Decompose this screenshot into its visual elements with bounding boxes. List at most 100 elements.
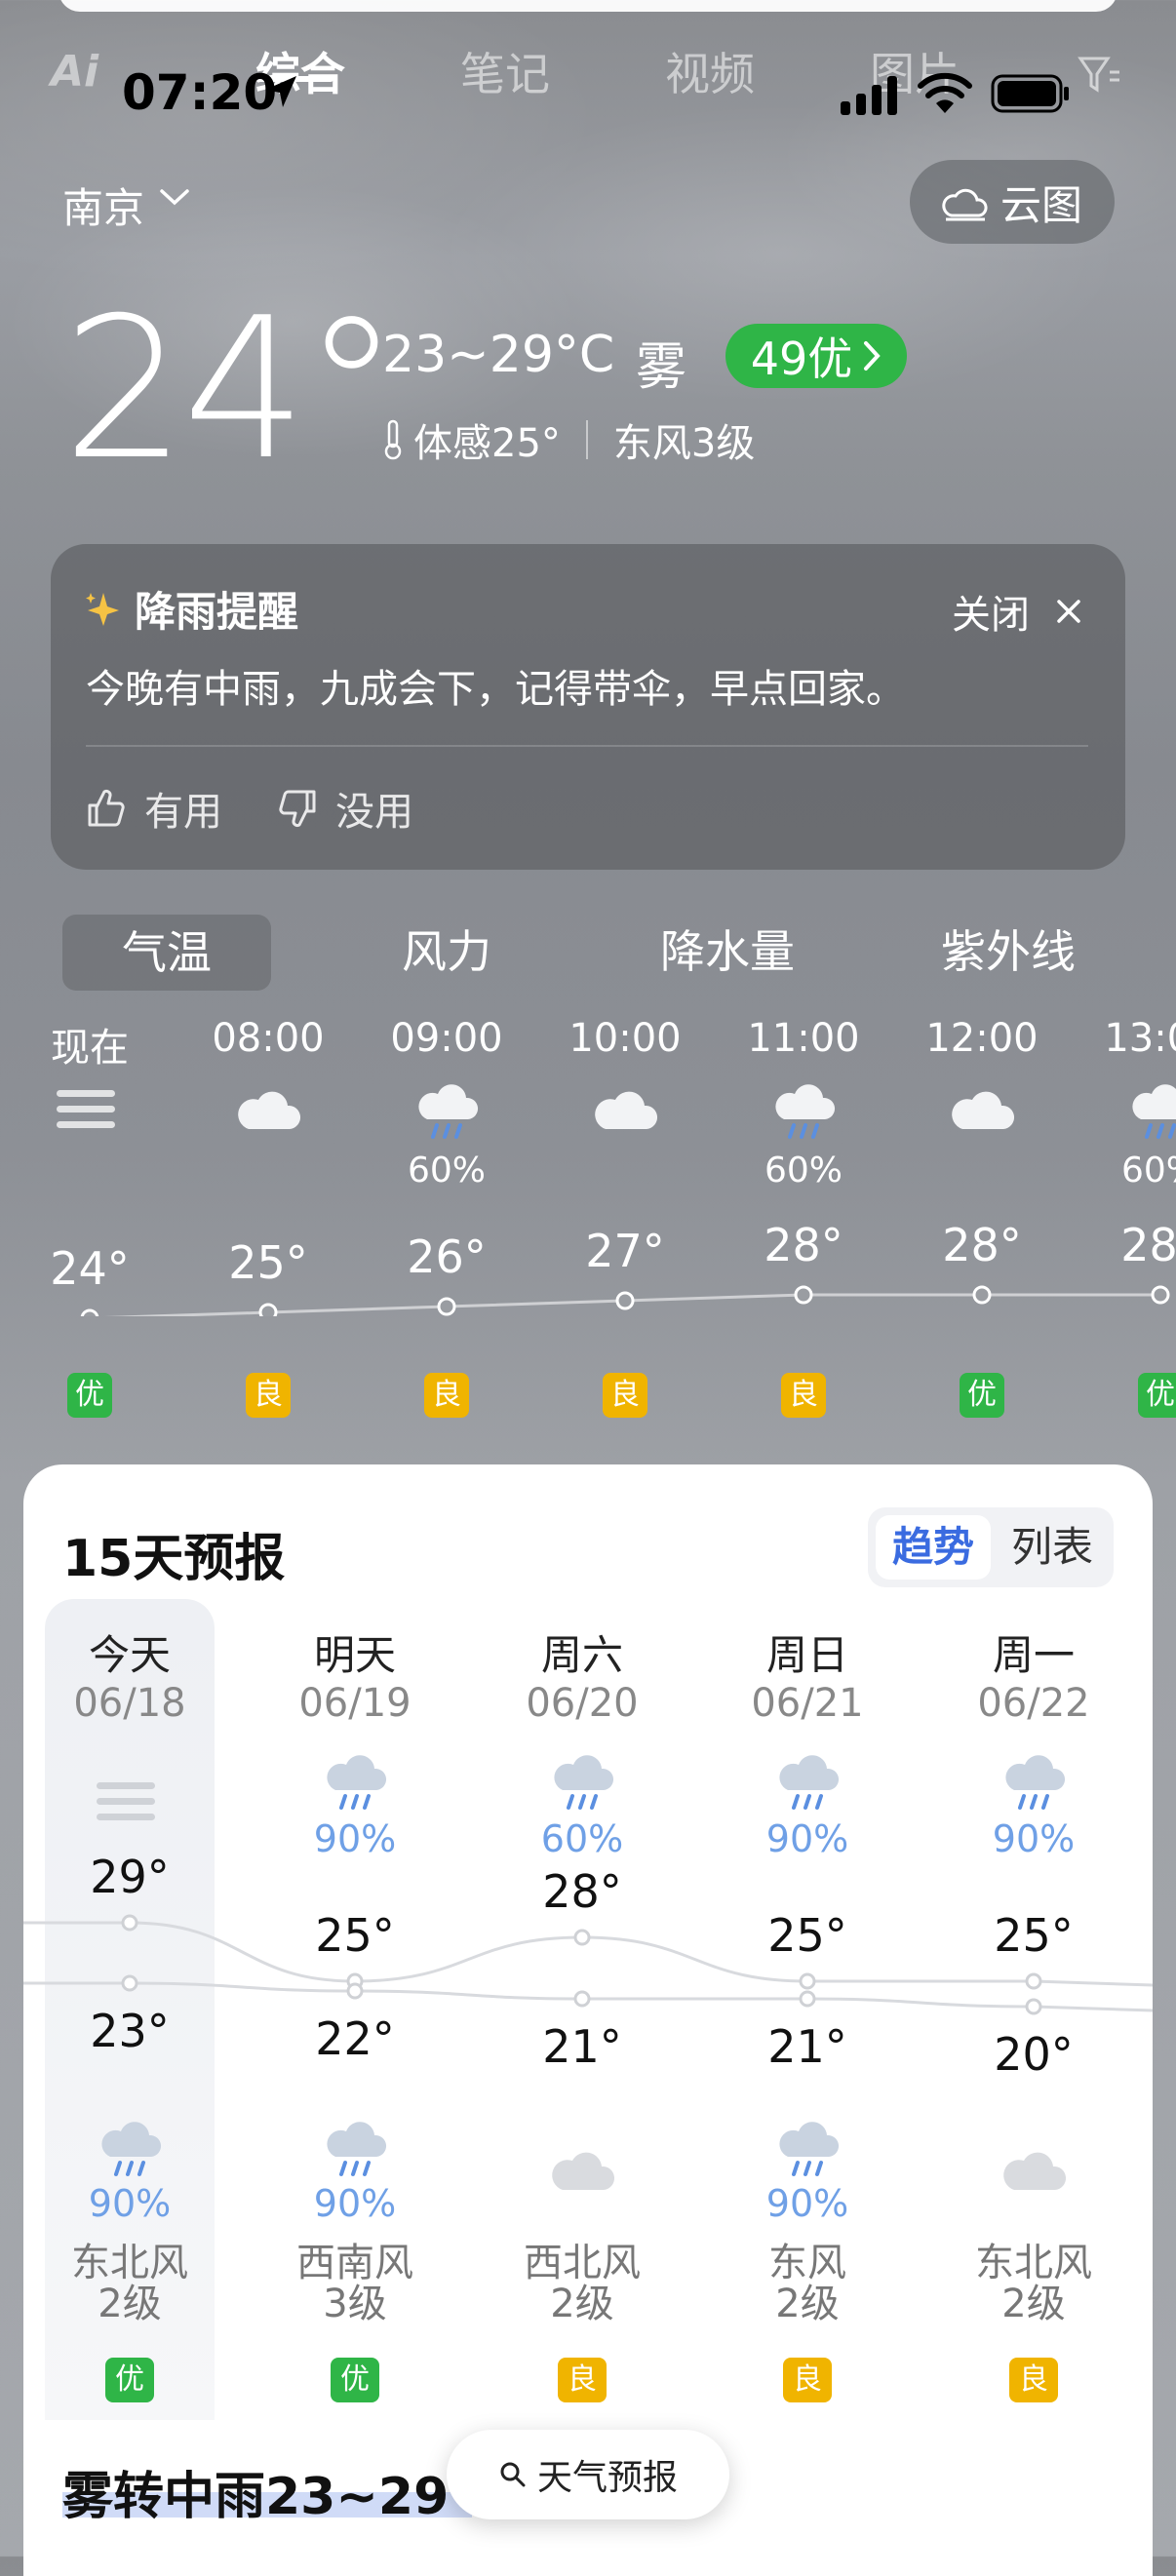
day-aqi-badge: 优 <box>105 2358 154 2402</box>
cloud-map-button[interactable]: 云图 <box>910 160 1115 244</box>
day-date: 06/18 <box>73 1681 186 1726</box>
wind-direction: 西北风 <box>524 2241 641 2285</box>
metric-tab-temperature[interactable]: 气温 <box>62 915 271 991</box>
hour-time: 现在 <box>51 1026 129 1071</box>
chevron-right-icon <box>864 341 881 371</box>
hour-time: 09:00 <box>390 1016 503 1061</box>
hourly-point <box>437 1297 456 1316</box>
aqi-badge[interactable]: 49优 <box>725 324 907 388</box>
metric-tab-uv[interactable]: 紫外线 <box>911 917 1106 981</box>
status-time: 07:20 <box>122 64 278 121</box>
rain-icon <box>320 2122 390 2184</box>
rain-icon <box>412 1084 482 1147</box>
forecast-title: 15天预报 <box>62 1530 286 1588</box>
wind-now: 东风3级 <box>612 421 756 466</box>
weather-summary: 雾转中雨23~29°C <box>62 2468 512 2526</box>
sparkle-icon <box>86 592 119 626</box>
thumbs-up-icon <box>88 789 125 827</box>
close-icon <box>1057 600 1080 623</box>
night-rain-chance: 90% <box>313 2182 397 2225</box>
day-name: 周一 <box>992 1631 1075 1679</box>
chevron-down-icon[interactable] <box>158 185 191 209</box>
low-temp-line-point <box>799 1990 816 2008</box>
hour-aqi-badge: 良 <box>424 1373 469 1418</box>
useless-button[interactable]: 没用 <box>277 780 413 837</box>
hourly-point <box>258 1303 278 1316</box>
day-aqi-badge: 良 <box>783 2358 832 2402</box>
day-rain-chance: 60% <box>540 1817 624 1860</box>
city-selector[interactable]: 南京 <box>62 176 144 235</box>
alert-divider <box>86 745 1088 747</box>
useless-label: 没用 <box>335 790 413 835</box>
useful-button[interactable]: 有用 <box>86 780 222 837</box>
view-trend-button[interactable]: 趋势 <box>876 1515 991 1580</box>
low-temp-line-point <box>1025 1998 1042 2015</box>
high-temp-line-point <box>573 1929 591 1946</box>
rain-icon <box>772 2122 843 2184</box>
search-icon <box>500 2462 526 2487</box>
wind-level: 3级 <box>323 2282 387 2326</box>
day-rain-chance: 90% <box>313 1817 397 1860</box>
day-wind: 东北风 2级 <box>946 2243 1121 2324</box>
filter-icon[interactable] <box>1075 51 1123 99</box>
low-temp-line-point <box>573 1990 591 2008</box>
aqi-value: 49优 <box>750 332 853 385</box>
wind-level: 2级 <box>775 2282 840 2326</box>
day-wind: 西南风 3级 <box>267 2243 443 2324</box>
alert-close-button[interactable]: 关闭 <box>952 583 1082 640</box>
day-aqi-badge: 良 <box>1009 2358 1058 2402</box>
low-temp-line-point <box>346 1982 364 2000</box>
cloudy-icon <box>999 2145 1069 2200</box>
day-wind: 东北风 2级 <box>42 2243 217 2324</box>
rain-icon <box>547 1755 617 1817</box>
rain-icon <box>768 1084 839 1147</box>
hourly-point <box>615 1291 635 1310</box>
day-rain-chance: 90% <box>765 1817 849 1860</box>
thumbs-down-icon <box>279 790 316 828</box>
view-list-button[interactable]: 列表 <box>995 1515 1110 1580</box>
cellular-signal-icon <box>841 76 897 115</box>
fog-icon <box>55 1084 117 1139</box>
daily-temperature-lines <box>23 1914 1154 2015</box>
day-date: 06/22 <box>977 1681 1090 1726</box>
weather-search-pill[interactable]: 天气预报 <box>447 2430 729 2519</box>
cloud-map-icon <box>942 188 988 221</box>
cloudy-icon <box>547 2145 617 2200</box>
alert-title: 降雨提醒 <box>135 588 299 636</box>
alert-close-label: 关闭 <box>952 593 1030 638</box>
hour-aqi-badge: 良 <box>246 1373 291 1418</box>
feels-like: 体感25° <box>413 421 561 466</box>
day-name: 周日 <box>765 1631 848 1679</box>
day-aqi-badge: 优 <box>331 2358 379 2402</box>
rain-icon <box>999 1755 1069 1817</box>
day-high: 28° <box>542 1865 622 1918</box>
day-high: 29° <box>90 1851 170 1903</box>
day-aqi-badge: 良 <box>558 2358 607 2402</box>
metric-tab-precipitation[interactable]: 降水量 <box>630 917 825 981</box>
tab-笔记[interactable]: 笔记 <box>460 39 550 103</box>
hour-time: 12:00 <box>925 1016 1039 1061</box>
high-temp-line-point <box>1025 1972 1042 1990</box>
cloudy-icon <box>947 1084 1017 1139</box>
hour-rain-chance: 60% <box>407 1151 486 1190</box>
cloudy-icon <box>590 1084 660 1139</box>
night-rain-chance: 90% <box>765 2182 849 2225</box>
day-name: 明天 <box>313 1631 396 1679</box>
wind-direction: 东北风 <box>71 2241 188 2285</box>
day-wind: 东风 2级 <box>720 2243 895 2324</box>
day-date: 06/20 <box>526 1681 639 1726</box>
high-temp-line-point <box>799 1972 816 1990</box>
rain-icon <box>95 2122 165 2184</box>
hour-aqi-badge: 良 <box>781 1373 826 1418</box>
metric-tab-wind[interactable]: 风力 <box>369 917 525 981</box>
hour-aqi-badge: 良 <box>603 1373 647 1418</box>
hour-rain-chance: 60% <box>764 1151 843 1190</box>
night-rain-chance: 90% <box>88 2182 172 2225</box>
day-rain-chance: 90% <box>992 1817 1076 1860</box>
tab-视频[interactable]: 视频 <box>665 39 755 103</box>
hourly-temperature-line <box>80 1285 1170 1316</box>
low-temp-line-point <box>121 1974 138 1992</box>
wind-direction: 西南风 <box>296 2241 413 2285</box>
hourly-point <box>972 1285 992 1305</box>
useful-label: 有用 <box>144 790 222 835</box>
